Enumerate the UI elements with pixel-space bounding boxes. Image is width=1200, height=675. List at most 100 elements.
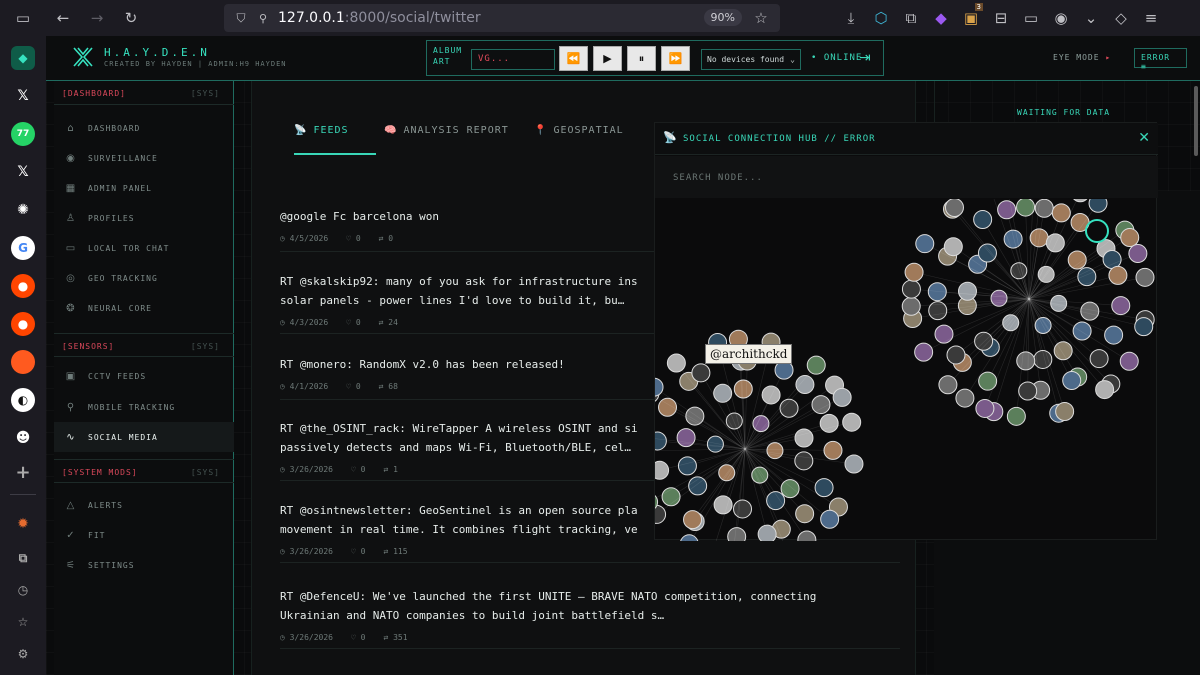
graph-node-avatar[interactable] [832, 387, 852, 407]
graph-node-avatar[interactable] [1088, 199, 1108, 213]
feed-post[interactable]: RT @DefenceU: We've launched the first U… [280, 587, 900, 649]
extension-purple-icon[interactable]: ◆ [928, 5, 954, 31]
download-icon[interactable]: ⤓ [838, 5, 864, 31]
network-graph[interactable] [655, 199, 1158, 541]
graph-node-avatar[interactable] [943, 237, 963, 257]
settings-icon[interactable]: ⚙ [11, 642, 35, 666]
nav-dashboard[interactable]: ⌂ DASHBOARD [54, 113, 234, 143]
network-graph-canvas[interactable] [655, 199, 1158, 541]
graph-node-avatar[interactable] [1120, 228, 1140, 248]
graph-node-avatar[interactable] [842, 412, 862, 432]
sun-icon[interactable]: ✹ [11, 512, 35, 536]
graph-node-avatar[interactable] [974, 331, 994, 351]
graph-node-avatar[interactable] [811, 395, 831, 415]
next-button[interactable]: ⏩ [661, 46, 690, 71]
hayden-app-icon[interactable]: ◆ [11, 46, 35, 70]
graph-node-avatar[interactable] [666, 353, 686, 373]
graph-node-avatar[interactable] [1111, 296, 1131, 316]
graph-node-avatar[interactable] [934, 324, 954, 344]
graph-node-avatar[interactable] [915, 234, 935, 254]
logout-icon[interactable]: ⇥ [859, 50, 871, 66]
openai-icon[interactable]: ✺ [11, 198, 35, 222]
graph-node-avatar[interactable] [946, 345, 966, 365]
graph-node-avatar[interactable] [655, 460, 670, 480]
account-icon[interactable]: ◉ [1048, 5, 1074, 31]
graph-node-avatar[interactable] [1077, 267, 1097, 287]
nav-surveillance[interactable]: ◉ SURVEILLANCE [54, 143, 234, 173]
forward-icon[interactable]: → [84, 5, 110, 31]
reddit-icon[interactable]: ● [11, 312, 35, 336]
graph-node-avatar[interactable] [795, 504, 815, 524]
menu-icon[interactable]: ≡ [1138, 5, 1164, 31]
previous-button[interactable]: ⏪ [559, 46, 588, 71]
sidebar-toggle-icon[interactable]: ▭ [10, 5, 36, 31]
nav-local-tor-chat[interactable]: ▭ LOCAL TOR CHAT [54, 233, 234, 263]
graph-node-avatar[interactable] [677, 456, 697, 476]
graph-node-avatar[interactable] [806, 355, 826, 375]
graph-node-avatar[interactable] [1003, 229, 1023, 249]
zoom-level[interactable]: 90% [703, 9, 742, 26]
reddit-alien-icon[interactable]: ☻ [11, 426, 35, 450]
whatsapp-icon[interactable]: 77 [11, 122, 35, 146]
graph-node-avatar[interactable] [661, 487, 681, 507]
graph-node-avatar[interactable] [797, 530, 817, 541]
graph-node-avatar[interactable] [955, 388, 975, 408]
graph-node-avatar[interactable] [973, 210, 993, 230]
pocket-icon[interactable]: ◇ [1108, 5, 1134, 31]
graph-node-avatar[interactable] [1055, 401, 1075, 421]
url-bar[interactable]: ⛉ ⚲ 127.0.0.1:8000/social/twitter 90% ☆ [224, 4, 780, 32]
nav-geo-tracking[interactable]: ◎ GEO TRACKING [54, 263, 234, 293]
devices-select[interactable]: No devices found ⌄ [701, 49, 801, 70]
nav-fit[interactable]: ✓ FIT [54, 520, 234, 550]
cube-extension-icon[interactable]: ⬡ [868, 5, 894, 31]
node-search-input[interactable]: SEARCH NODE... [655, 156, 1158, 198]
graph-node-avatar[interactable] [658, 397, 678, 417]
graph-node-avatar[interactable] [1071, 199, 1089, 203]
orange-app-icon[interactable] [11, 350, 35, 374]
graph-node-avatar[interactable] [844, 454, 864, 474]
graph-node-avatar[interactable] [1108, 265, 1128, 285]
graph-node-avatar[interactable] [794, 428, 814, 448]
nav-mobile-tracking[interactable]: ⚲ MOBILE TRACKING [54, 392, 234, 422]
graph-node-avatar[interactable] [1104, 325, 1124, 345]
container-icon[interactable]: ⊟ [988, 5, 1014, 31]
nav-cctv-feeds[interactable]: ▣ CCTV FEEDS [54, 361, 234, 391]
graph-node-avatar[interactable] [1119, 351, 1139, 371]
graph-node-avatar[interactable] [1016, 199, 1036, 217]
graph-node-avatar[interactable] [904, 262, 924, 282]
graph-node-avatar[interactable] [655, 431, 667, 451]
graph-node-avatar[interactable] [780, 479, 800, 499]
graph-node-avatar[interactable] [944, 199, 964, 218]
graph-node-avatar[interactable] [975, 398, 995, 418]
graph-node-avatar[interactable] [1062, 370, 1082, 390]
graph-node-avatar[interactable] [938, 375, 958, 395]
graph-node-avatar[interactable] [901, 279, 921, 299]
graph-node-avatar[interactable] [1018, 381, 1038, 401]
graph-node-avatar[interactable] [1006, 406, 1026, 426]
clock-icon[interactable]: ◷ [11, 578, 35, 602]
chevron-down-icon[interactable]: ⌄ [1078, 5, 1104, 31]
reddit-icon[interactable]: ● [11, 274, 35, 298]
add-icon[interactable]: + [11, 460, 35, 484]
graph-node-avatar[interactable] [1128, 244, 1148, 264]
graph-node-avatar[interactable] [1102, 250, 1122, 270]
nav-profiles[interactable]: ♙ PROFILES [54, 203, 234, 233]
graph-node-avatar[interactable] [794, 451, 814, 471]
tab-feeds[interactable]: 📡 FEEDS [294, 125, 376, 155]
star-icon[interactable]: ☆ [11, 610, 35, 634]
extension-badge-icon[interactable]: ▣ 3 [958, 3, 984, 31]
tab-geospatial[interactable]: 📍 GEOSPATIAL [534, 125, 634, 155]
graph-node-avatar[interactable] [1045, 233, 1065, 253]
tab-analysis-report[interactable]: 🧠 ANALYSIS REPORT [384, 125, 516, 155]
graph-node-avatar[interactable] [1095, 380, 1115, 400]
graph-node-highlight[interactable] [1085, 219, 1109, 243]
play-button[interactable]: ▶ [593, 46, 622, 71]
bookmark-star-icon[interactable]: ☆ [748, 5, 774, 31]
graph-node-avatar[interactable] [1016, 351, 1036, 371]
graph-node-avatar[interactable] [1072, 321, 1092, 341]
graph-node-avatar[interactable] [914, 342, 934, 362]
graph-node-avatar[interactable] [727, 527, 747, 541]
close-icon[interactable]: ✕ [1138, 130, 1150, 146]
nav-settings[interactable]: ⚟ SETTINGS [54, 550, 234, 580]
x-icon[interactable]: 𝕏 [11, 160, 35, 184]
